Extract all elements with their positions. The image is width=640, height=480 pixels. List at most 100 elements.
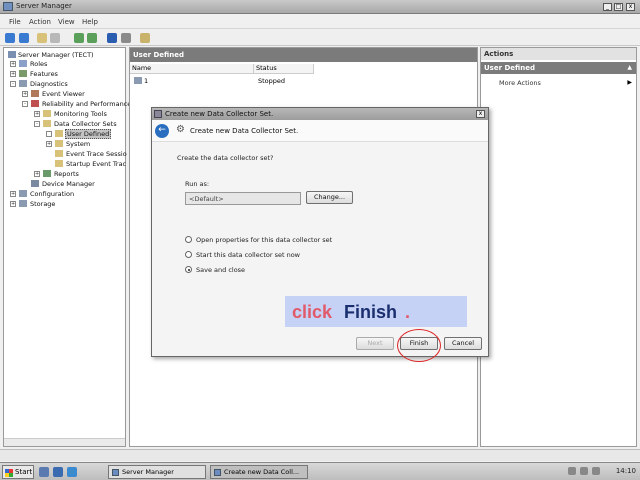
tree-item-event-viewer[interactable]: Event Viewer bbox=[42, 90, 85, 98]
menu-bar: File Action View Help bbox=[0, 15, 640, 29]
row-name: 1 bbox=[144, 77, 149, 85]
table-row[interactable]: 1 Stopped bbox=[132, 76, 332, 86]
console-icon[interactable] bbox=[121, 33, 131, 43]
change-button[interactable]: Change... bbox=[306, 191, 353, 204]
windows-logo-icon bbox=[5, 469, 13, 477]
status-bar bbox=[0, 449, 640, 461]
expand-roles-icon[interactable]: + bbox=[10, 61, 16, 67]
navigation-tree: Server Manager (TECT) + Roles + Features… bbox=[3, 47, 131, 447]
taskbar-server-manager[interactable]: Server Manager bbox=[108, 465, 206, 479]
next-button[interactable]: Next bbox=[356, 337, 394, 350]
actions-section-header[interactable]: User Defined ▲ bbox=[481, 62, 636, 74]
forward-arrow-icon[interactable] bbox=[19, 33, 29, 43]
expand-features-icon[interactable]: + bbox=[10, 71, 16, 77]
close-button[interactable]: x bbox=[626, 3, 635, 11]
tree-item-features[interactable]: Features bbox=[30, 70, 58, 78]
tree-item-event-trace-sessions[interactable]: Event Trace Sessio bbox=[66, 150, 127, 158]
monitoring-folder-icon bbox=[43, 110, 51, 117]
internet-explorer-icon[interactable] bbox=[67, 467, 77, 477]
collapse-reliability-icon[interactable]: - bbox=[22, 101, 28, 107]
features-icon bbox=[19, 70, 27, 77]
menu-file[interactable]: File bbox=[9, 18, 21, 26]
expand-system-icon[interactable]: + bbox=[46, 141, 52, 147]
startup-trace-folder-icon bbox=[55, 160, 63, 167]
show-desktop-icon[interactable] bbox=[39, 467, 49, 477]
help-icon[interactable] bbox=[107, 33, 117, 43]
notification-tray-icon[interactable] bbox=[592, 467, 600, 475]
wizard-header: ← ⚙ Create new Data Collector Set. bbox=[152, 120, 488, 142]
back-arrow-icon[interactable] bbox=[5, 33, 15, 43]
expand-configuration-icon[interactable]: + bbox=[10, 191, 16, 197]
dialog-title: Create new Data Collector Set. bbox=[165, 110, 274, 118]
expand-event-viewer-icon[interactable]: + bbox=[22, 91, 28, 97]
network-tray-icon[interactable] bbox=[568, 467, 576, 475]
minimize-button[interactable]: _ bbox=[603, 3, 612, 11]
actions-section-label: User Defined bbox=[484, 64, 535, 72]
start-button[interactable]: Start bbox=[2, 465, 34, 479]
folder-icon[interactable] bbox=[37, 33, 47, 43]
collapse-diagnostics-icon[interactable]: - bbox=[10, 81, 16, 87]
expand-monitoring-icon[interactable]: + bbox=[34, 111, 40, 117]
expand-user-defined-icon[interactable] bbox=[46, 131, 52, 137]
callout-click-text: click bbox=[292, 302, 333, 322]
menu-help[interactable]: Help bbox=[82, 18, 98, 26]
collapse-data-collector-icon[interactable]: - bbox=[34, 121, 40, 127]
radio-open-properties[interactable] bbox=[185, 236, 192, 243]
taskbar-create-dialog-label: Create new Data Coll... bbox=[224, 468, 300, 476]
collapse-up-icon[interactable]: ▲ bbox=[627, 64, 632, 71]
tree-item-reliability[interactable]: Reliability and Performance bbox=[42, 100, 131, 108]
export-icon[interactable] bbox=[87, 33, 97, 43]
server-manager-quicklaunch-icon[interactable] bbox=[53, 467, 63, 477]
tree-item-server-manager[interactable]: Server Manager (TECT) bbox=[18, 51, 94, 59]
tree-item-system[interactable]: System bbox=[66, 140, 90, 148]
menu-view[interactable]: View bbox=[58, 18, 75, 26]
clock: 14:10 bbox=[615, 467, 636, 475]
tree-item-diagnostics[interactable]: Diagnostics bbox=[30, 80, 68, 88]
tree-item-startup-event-trace[interactable]: Startup Event Trac bbox=[66, 160, 126, 168]
expand-storage-icon[interactable]: + bbox=[10, 201, 16, 207]
option-save-and-close-label: Save and close bbox=[196, 266, 246, 274]
gear-icon: ⚙ bbox=[176, 124, 185, 135]
event-trace-folder-icon bbox=[55, 150, 63, 157]
callout-finish-text: Finish bbox=[344, 302, 397, 322]
refresh-icon[interactable] bbox=[74, 33, 84, 43]
tree-item-data-collector-sets[interactable]: Data Collector Sets bbox=[54, 120, 117, 128]
callout-period-text: . bbox=[405, 302, 411, 322]
volume-tray-icon[interactable] bbox=[580, 467, 588, 475]
actions-pane: Actions User Defined ▲ More Actions ▶ bbox=[480, 47, 637, 447]
cancel-button[interactable]: Cancel bbox=[444, 337, 482, 350]
properties-icon[interactable] bbox=[50, 33, 60, 43]
new-icon[interactable] bbox=[140, 33, 150, 43]
tree-item-configuration[interactable]: Configuration bbox=[30, 190, 74, 198]
run-as-field[interactable]: <Default> bbox=[185, 192, 301, 205]
tree-item-storage[interactable]: Storage bbox=[30, 200, 55, 208]
tree-item-monitoring-tools[interactable]: Monitoring Tools bbox=[54, 110, 107, 118]
device-manager-icon bbox=[31, 180, 39, 187]
tree-horizontal-scrollbar[interactable] bbox=[4, 438, 125, 446]
tree-item-user-defined[interactable]: User Defined bbox=[65, 129, 112, 139]
maximize-button[interactable]: □ bbox=[614, 3, 623, 11]
radio-save-and-close[interactable] bbox=[185, 266, 192, 273]
dialog-task-icon bbox=[214, 469, 221, 476]
tree-item-device-manager[interactable]: Device Manager bbox=[42, 180, 95, 188]
server-manager-task-icon bbox=[112, 469, 119, 476]
toolbar bbox=[0, 30, 640, 46]
tree-item-roles[interactable]: Roles bbox=[30, 60, 47, 68]
radio-start-now[interactable] bbox=[185, 251, 192, 258]
menu-action[interactable]: Action bbox=[29, 18, 51, 26]
dialog-close-button[interactable]: x bbox=[476, 110, 485, 118]
reports-icon bbox=[43, 170, 51, 177]
wizard-back-arrow-icon[interactable]: ← bbox=[155, 124, 169, 138]
run-as-label: Run as: bbox=[185, 180, 210, 188]
expand-reports-icon[interactable]: + bbox=[34, 171, 40, 177]
actions-header: Actions bbox=[481, 48, 636, 60]
tutorial-callout: click Finish . bbox=[285, 296, 467, 327]
column-header-status[interactable]: Status bbox=[254, 64, 314, 74]
taskbar-create-dialog[interactable]: Create new Data Coll... bbox=[210, 465, 308, 479]
tree-item-reports[interactable]: Reports bbox=[54, 170, 79, 178]
taskbar: Start Server Manager Create new Data Col… bbox=[0, 462, 640, 480]
column-header-name[interactable]: Name bbox=[130, 64, 254, 74]
option-open-properties-label: Open properties for this data collector … bbox=[196, 236, 333, 244]
more-actions-link[interactable]: More Actions bbox=[499, 79, 541, 87]
roles-icon bbox=[19, 60, 27, 67]
